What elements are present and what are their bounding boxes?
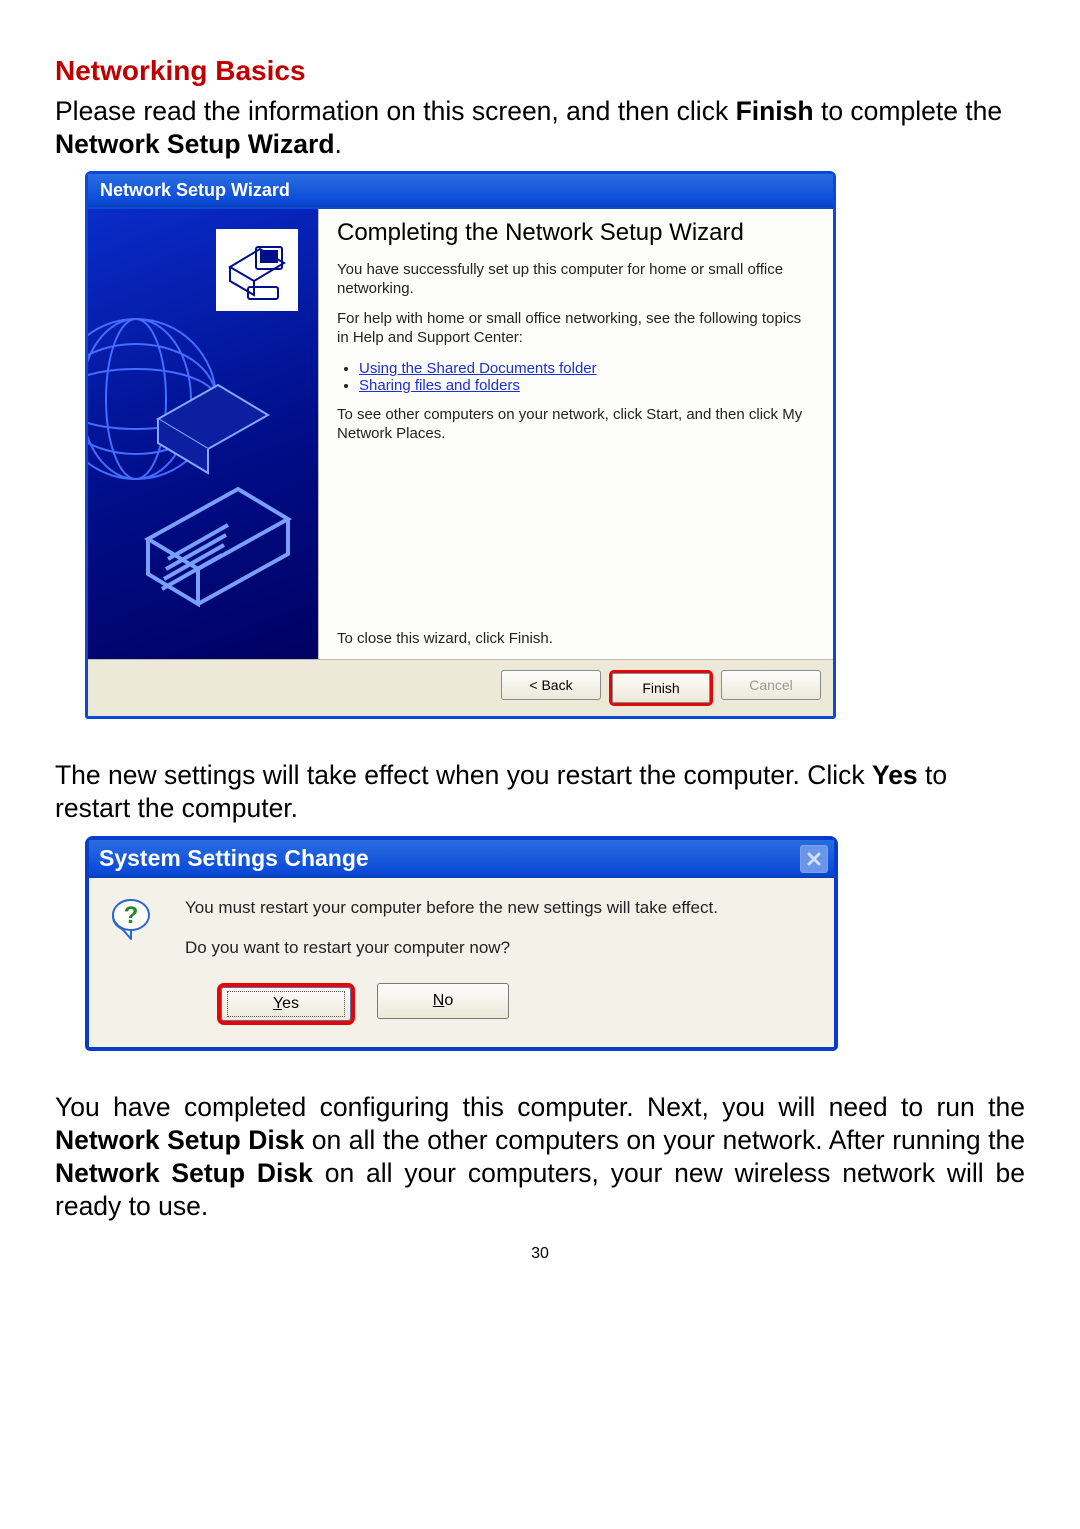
question-icon: ? — [107, 896, 155, 977]
final-2: on all the other computers on your netwo… — [304, 1125, 1025, 1155]
network-setup-wizard-window: Network Setup Wizard — [85, 171, 836, 719]
msgbox-message-2: Do you want to restart your computer now… — [185, 936, 816, 961]
close-button[interactable] — [800, 845, 828, 873]
yes-button[interactable]: Yes — [217, 983, 355, 1025]
link-sharing-files[interactable]: Sharing files and folders — [359, 377, 520, 394]
final-1: You have completed configuring this comp… — [55, 1092, 1025, 1122]
intro-paragraph: Please read the information on this scre… — [55, 95, 1025, 161]
section-title: Networking Basics — [55, 55, 1025, 87]
mid-text-1: The new settings will take effect when y… — [55, 760, 872, 790]
page-number: 30 — [55, 1245, 1025, 1263]
wizard-sidebar-graphic — [88, 209, 319, 659]
intro-wizard-phrase: Network Setup Wizard — [55, 129, 335, 159]
close-icon — [807, 852, 821, 866]
intro-text-1: Please read the information on this scre… — [55, 96, 736, 126]
wizard-titlebar: Network Setup Wizard — [88, 174, 833, 209]
svg-text:?: ? — [124, 902, 139, 929]
list-item: Sharing files and folders — [359, 377, 815, 394]
wizard-paragraph-1: You have successfully set up this comput… — [337, 261, 815, 299]
msgbox-title: System Settings Change — [99, 845, 369, 872]
final-paragraph: You have completed configuring this comp… — [55, 1091, 1025, 1224]
final-disk-2: Network Setup Disk — [55, 1158, 313, 1188]
mid-paragraph: The new settings will take effect when y… — [55, 759, 1025, 825]
back-button[interactable]: < Back — [501, 670, 601, 700]
cancel-button: Cancel — [721, 670, 821, 700]
final-disk-1: Network Setup Disk — [55, 1125, 304, 1155]
wizard-close-instruction: To close this wizard, click Finish. — [337, 600, 815, 647]
wizard-heading: Completing the Network Setup Wizard — [337, 219, 815, 247]
intro-text-2: to complete the — [814, 96, 1003, 126]
wizard-paragraph-3: To see other computers on your network, … — [337, 406, 815, 444]
msgbox-titlebar: System Settings Change — [89, 840, 834, 878]
list-item: Using the Shared Documents folder — [359, 360, 815, 377]
no-button[interactable]: No — [377, 983, 509, 1019]
mid-yes-word: Yes — [872, 760, 918, 790]
intro-finish-word: Finish — [736, 96, 814, 126]
wizard-paragraph-2: For help with home or small office netwo… — [337, 310, 815, 348]
wizard-footer: < Back Finish Cancel — [88, 659, 833, 716]
finish-button[interactable]: Finish — [609, 670, 713, 706]
system-settings-change-dialog: System Settings Change ? You must restar… — [85, 836, 838, 1051]
wizard-help-links: Using the Shared Documents folder Sharin… — [337, 360, 815, 394]
intro-period: . — [335, 129, 342, 159]
wizard-content: Completing the Network Setup Wizard You … — [319, 209, 833, 659]
msgbox-message-1: You must restart your computer before th… — [185, 896, 816, 921]
link-shared-documents[interactable]: Using the Shared Documents folder — [359, 360, 597, 377]
